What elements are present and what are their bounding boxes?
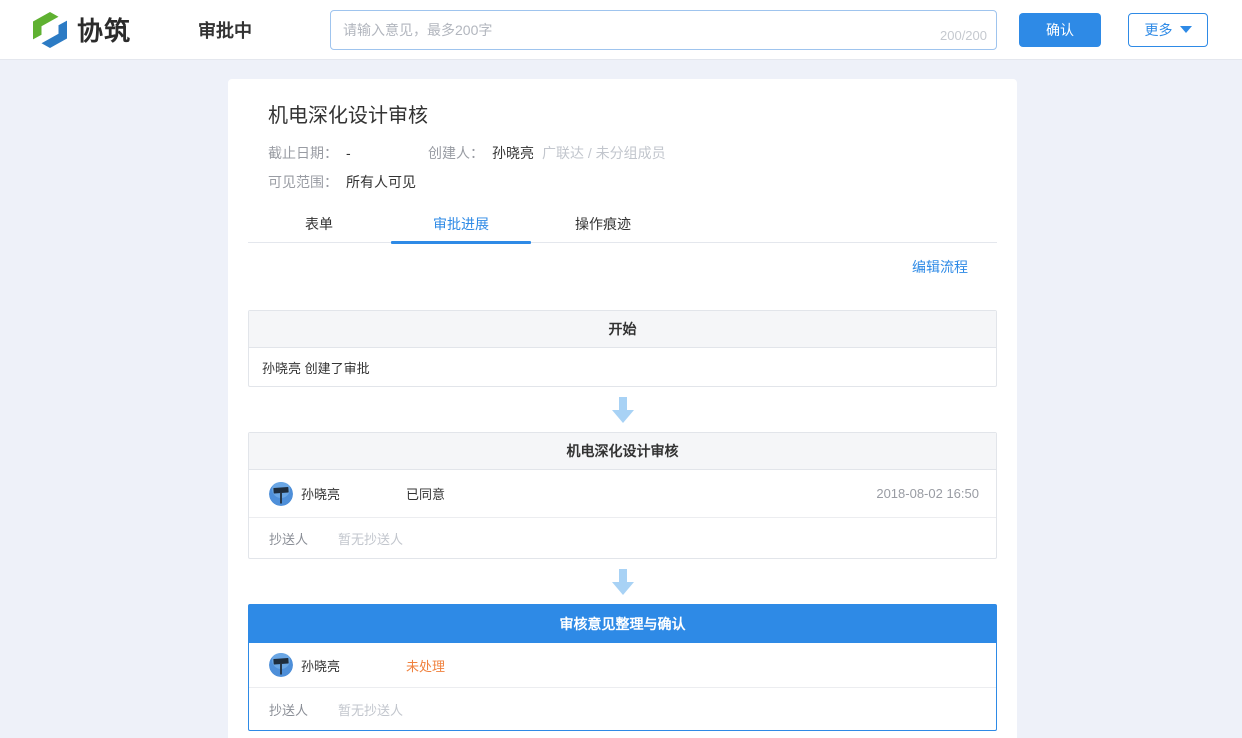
cc-label: 抄送人 — [269, 529, 308, 548]
deadline-label: 截止日期： — [268, 144, 338, 163]
more-button-label: 更多 — [1145, 20, 1173, 40]
edit-flow-link[interactable]: 编辑流程 — [912, 259, 968, 275]
comment-input[interactable] — [330, 10, 997, 50]
approver-name: 孙晓亮 — [301, 484, 406, 503]
confirm-button[interactable]: 确认 — [1019, 13, 1101, 47]
avatar — [269, 653, 293, 677]
meta-row-deadline-creator: 截止日期： - 创建人： 孙晓亮 广联达 / 未分组成员 — [268, 144, 997, 163]
approval-timestamp: 2018-08-02 16:50 — [876, 486, 979, 501]
approval-title: 机电深化设计审核 — [268, 103, 997, 129]
visibility-label: 可见范围： — [268, 173, 338, 192]
deadline-value: - — [346, 144, 400, 163]
cc-row: 抄送人 暂无抄送人 — [249, 688, 996, 730]
approver-status-pending: 未处理 — [406, 656, 445, 675]
approver-name: 孙晓亮 — [301, 656, 406, 675]
more-button[interactable]: 更多 — [1128, 13, 1208, 47]
workflow-step-confirm: 审核意见整理与确认 孙晓亮 未处理 抄送人 暂无抄送人 — [248, 604, 997, 731]
step-review-title: 机电深化设计审核 — [249, 433, 996, 470]
workflow-step-review: 机电深化设计审核 孙晓亮 已同意 2018-08-02 16:50 抄送人 暂无… — [248, 432, 997, 559]
flow-arrow-2 — [248, 569, 997, 595]
avatar — [269, 482, 293, 506]
tab-form[interactable]: 表单 — [248, 209, 390, 243]
meta-row-visibility: 可见范围： 所有人可见 — [268, 173, 997, 192]
logo-text: 协筑 — [77, 11, 131, 48]
edit-flow-row: 编辑流程 — [248, 257, 997, 277]
approver-row: 孙晓亮 已同意 2018-08-02 16:50 — [249, 470, 996, 518]
approver-status-approved: 已同意 — [406, 484, 445, 503]
cc-value: 暂无抄送人 — [338, 529, 403, 548]
detail-tabs: 表单 审批进展 操作痕迹 — [248, 209, 997, 243]
step-confirm-title: 审核意见整理与确认 — [249, 605, 996, 643]
top-bar: 协筑 审批中 200/200 确认 更多 — [0, 0, 1242, 60]
cc-label: 抄送人 — [269, 700, 308, 719]
workflow-progress: 开始 孙晓亮 创建了审批 机电深化设计审核 — [248, 310, 997, 731]
char-counter: 200/200 — [940, 28, 987, 43]
tab-operation-trace[interactable]: 操作痕迹 — [532, 209, 674, 243]
creator-name: 孙晓亮 — [492, 144, 534, 163]
step-start-body: 孙晓亮 创建了审批 — [249, 348, 996, 386]
approval-detail-card: 机电深化设计审核 截止日期： - 创建人： 孙晓亮 广联达 / 未分组成员 可见… — [228, 79, 1017, 738]
arrow-down-icon — [612, 569, 634, 595]
approval-status-title: 审批中 — [198, 17, 252, 43]
app-logo[interactable]: 协筑 — [30, 10, 145, 50]
arrow-down-icon — [612, 397, 634, 423]
tab-approval-progress[interactable]: 审批进展 — [390, 209, 532, 243]
approver-row: 孙晓亮 未处理 — [249, 643, 996, 688]
chevron-down-icon — [1180, 26, 1192, 33]
step-start-title: 开始 — [249, 311, 996, 348]
workflow-step-start: 开始 孙晓亮 创建了审批 — [248, 310, 997, 387]
cc-value: 暂无抄送人 — [338, 700, 403, 719]
comment-box: 200/200 — [330, 10, 997, 50]
logo-hexagon-icon — [30, 10, 70, 50]
creator-organization: 广联达 / 未分组成员 — [542, 144, 666, 163]
flow-arrow-1 — [248, 397, 997, 423]
visibility-value: 所有人可见 — [346, 173, 416, 192]
cc-row: 抄送人 暂无抄送人 — [249, 518, 996, 558]
creator-label: 创建人： — [428, 144, 484, 163]
